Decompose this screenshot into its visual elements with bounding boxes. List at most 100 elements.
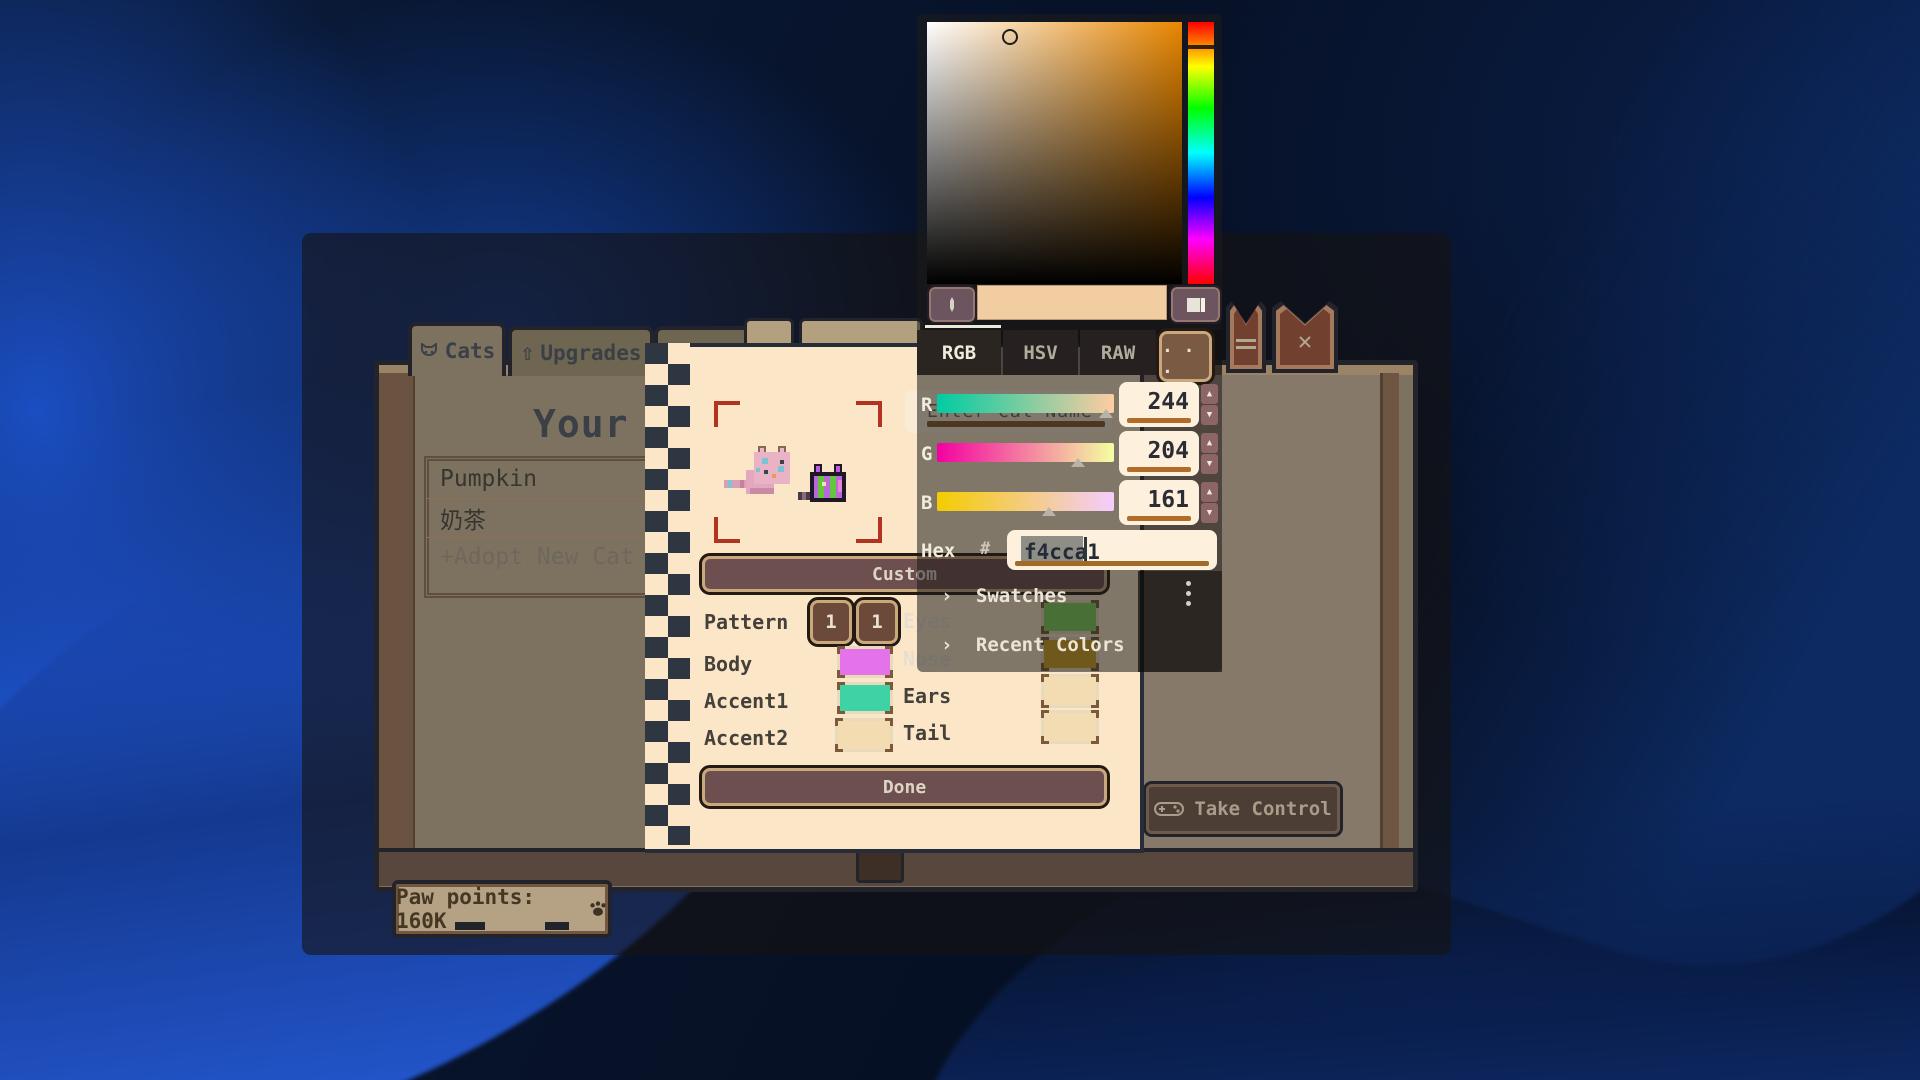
channel-g-handle[interactable] bbox=[1071, 458, 1085, 467]
channel-r-spin-down[interactable]: ▼ bbox=[1201, 405, 1218, 425]
channel-r-slider[interactable] bbox=[937, 394, 1114, 413]
tab-upgrades[interactable]: ⇧ Upgrades bbox=[508, 326, 654, 376]
selected-color-preview bbox=[977, 285, 1167, 320]
channel-g-slider[interactable] bbox=[937, 443, 1114, 462]
down-chevron-icon: ▼ bbox=[1207, 459, 1212, 469]
channel-r-label: R bbox=[921, 394, 932, 416]
menu-lines-icon bbox=[1236, 339, 1256, 342]
kebab-menu-icon[interactable] bbox=[1186, 581, 1191, 611]
take-control-button[interactable]: Take Control bbox=[1146, 784, 1340, 834]
tab-upgrades-label: Upgrades bbox=[540, 341, 641, 365]
tab-cats-label: Cats bbox=[445, 339, 496, 363]
hex-underline bbox=[1015, 561, 1209, 566]
swatches-section-toggle[interactable]: › Swatches bbox=[941, 585, 1067, 607]
recent-colors-section-toggle[interactable]: › Recent Colors bbox=[941, 634, 1125, 656]
down-chevron-icon: ▼ bbox=[1207, 508, 1212, 518]
picker-tab-rgb[interactable]: RGB bbox=[917, 330, 1001, 375]
hex-label: Hex bbox=[921, 540, 955, 562]
sign-notch bbox=[455, 922, 485, 930]
accent1-color-fill bbox=[840, 685, 890, 711]
done-button-label: Done bbox=[883, 777, 926, 798]
saturation-gradient[interactable] bbox=[927, 22, 1182, 284]
ears-color-swatch[interactable] bbox=[1041, 674, 1099, 708]
body-color-swatch[interactable] bbox=[837, 646, 893, 678]
up-chevron-icon: ▲ bbox=[1207, 487, 1212, 497]
close-x-icon: ✕ bbox=[1272, 327, 1338, 355]
ears-color-fill bbox=[1044, 677, 1096, 705]
picker-tab-raw-label: RAW bbox=[1101, 342, 1135, 364]
chevron-right-icon: › bbox=[941, 634, 952, 656]
eyedropper-button[interactable] bbox=[929, 287, 975, 322]
channel-b-label: B bbox=[921, 492, 932, 514]
preview-corner-bracket bbox=[856, 517, 882, 543]
eyedropper-icon bbox=[946, 296, 958, 314]
accent2-color-fill bbox=[838, 721, 890, 749]
picker-tab-rgb-label: RGB bbox=[942, 342, 976, 364]
accent2-label: Accent2 bbox=[704, 726, 788, 750]
done-button[interactable]: Done bbox=[702, 768, 1107, 806]
notebook-torn-edge bbox=[645, 343, 668, 845]
channel-b-spin-up[interactable]: ▲ bbox=[1201, 482, 1218, 502]
saturation-cursor[interactable] bbox=[1002, 29, 1018, 45]
notebook-torn-edge bbox=[668, 343, 690, 845]
channel-b-spin-down[interactable]: ▼ bbox=[1201, 503, 1218, 523]
accent2-color-swatch[interactable] bbox=[835, 718, 893, 752]
tail-color-swatch[interactable] bbox=[1041, 710, 1099, 744]
text-cursor bbox=[1084, 537, 1087, 564]
up-chevron-icon: ▲ bbox=[1207, 438, 1212, 448]
body-label: Body bbox=[704, 652, 752, 676]
pattern-value-2: 1 bbox=[871, 611, 882, 633]
channel-g-spin-down[interactable]: ▼ bbox=[1201, 454, 1218, 474]
body-color-fill bbox=[840, 649, 890, 675]
preview-corner-bracket bbox=[856, 401, 882, 427]
accent1-label: Accent1 bbox=[704, 689, 788, 713]
book-handle bbox=[856, 848, 904, 883]
picker-tab-indicator bbox=[925, 325, 1001, 328]
chevron-right-icon: › bbox=[941, 585, 952, 607]
palette-button[interactable] bbox=[1171, 287, 1220, 322]
pattern-label: Pattern bbox=[704, 610, 788, 634]
menu-lines-icon bbox=[1236, 346, 1256, 349]
book-right-edge bbox=[1380, 373, 1399, 848]
channel-g-spin-up[interactable]: ▲ bbox=[1201, 433, 1218, 453]
paw-points-badge: Paw points: 160K bbox=[392, 880, 612, 938]
picker-more-button[interactable]: . . . bbox=[1159, 331, 1212, 382]
picker-tab-hsv[interactable]: HSV bbox=[1003, 330, 1078, 375]
hue-slider[interactable] bbox=[1188, 22, 1214, 284]
preview-corner-bracket bbox=[714, 517, 740, 543]
pattern-value-1: 1 bbox=[825, 611, 836, 633]
picker-more-label: . . . bbox=[1162, 336, 1209, 378]
channel-r-underline bbox=[1127, 418, 1191, 423]
take-control-label: Take Control bbox=[1194, 798, 1331, 820]
channel-b-handle[interactable] bbox=[1042, 507, 1056, 516]
pattern-stepper-1[interactable]: 1 bbox=[810, 600, 852, 644]
paw-icon bbox=[588, 899, 608, 919]
channel-g-label: G bbox=[921, 443, 932, 465]
cat-face-icon bbox=[419, 343, 439, 360]
picker-footer-block bbox=[1144, 571, 1222, 672]
hash-sign: # bbox=[980, 539, 990, 559]
palette-icon bbox=[1186, 297, 1206, 313]
preview-corner-bracket bbox=[714, 401, 740, 427]
channel-b-underline bbox=[1127, 516, 1191, 521]
tab-cats[interactable]: Cats bbox=[408, 322, 506, 376]
book-spine bbox=[379, 373, 417, 848]
up-chevron-icon: ▲ bbox=[1207, 389, 1212, 399]
channel-b-slider[interactable] bbox=[937, 492, 1114, 511]
picker-tab-raw[interactable]: RAW bbox=[1080, 330, 1156, 375]
gamepad-icon bbox=[1154, 799, 1184, 819]
tail-color-fill bbox=[1044, 713, 1096, 741]
channel-g-underline bbox=[1127, 467, 1191, 472]
sign-notch bbox=[545, 922, 569, 930]
ears-label: Ears bbox=[903, 684, 951, 708]
accent1-color-swatch[interactable] bbox=[837, 682, 893, 714]
down-chevron-icon: ▼ bbox=[1207, 410, 1212, 420]
channel-r-spin-up[interactable]: ▲ bbox=[1201, 384, 1218, 404]
hue-cursor[interactable] bbox=[1188, 45, 1214, 49]
swatches-label: Swatches bbox=[976, 585, 1068, 607]
up-arrow-icon: ⇧ bbox=[520, 340, 534, 366]
cat-sprites-preview bbox=[722, 440, 870, 516]
channel-r-handle[interactable] bbox=[1099, 409, 1113, 418]
pattern-stepper-2[interactable]: 1 bbox=[856, 600, 898, 644]
picker-tab-hsv-label: HSV bbox=[1023, 342, 1057, 364]
